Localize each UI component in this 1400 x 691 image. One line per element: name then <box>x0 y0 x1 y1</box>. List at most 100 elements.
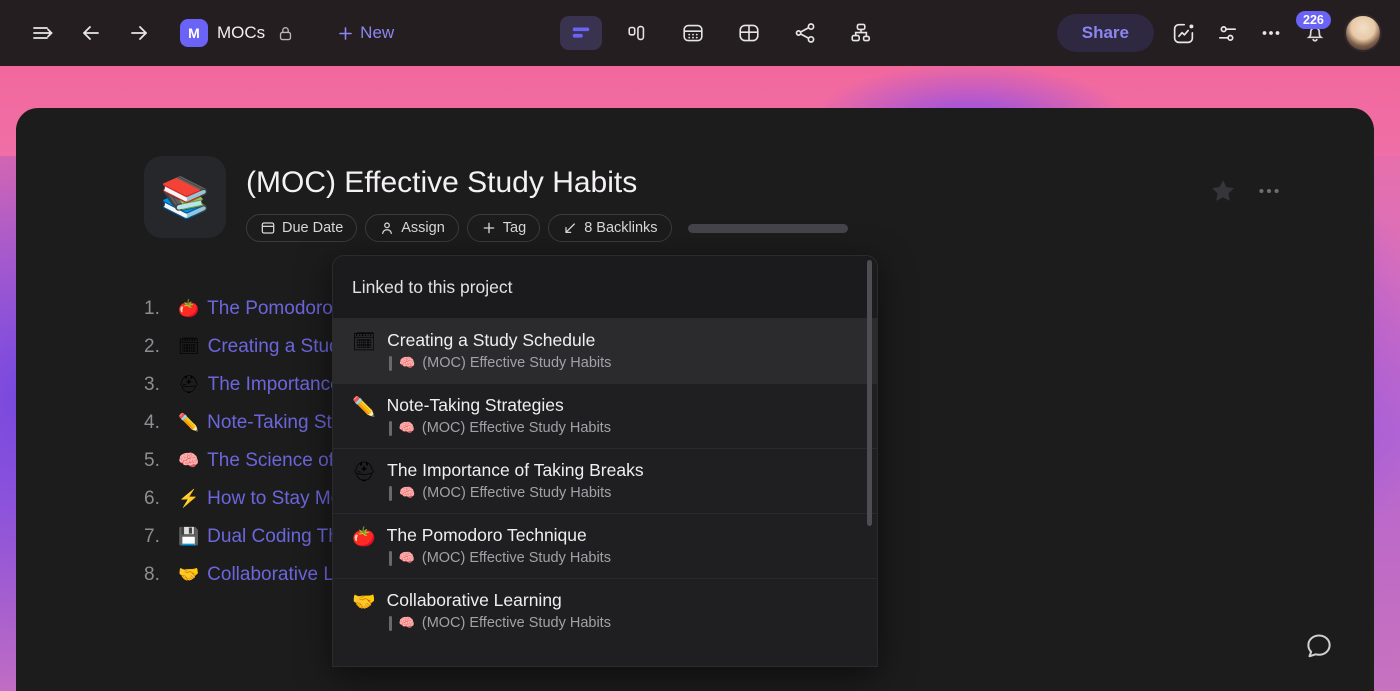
breadcrumb-bar <box>388 550 392 566</box>
breadcrumb-emoji: 🧠 <box>399 355 416 370</box>
list-item-emoji: 🤝 <box>178 565 200 584</box>
list-item-number: 2. <box>144 336 160 357</box>
list-item-emoji: ✏️ <box>178 413 200 432</box>
star-icon[interactable] <box>1208 176 1238 206</box>
list-item-emoji: ⛑ <box>178 375 200 394</box>
meta-progress-bar <box>687 223 848 233</box>
view-tab-table[interactable] <box>728 16 770 50</box>
breadcrumb-label: (MOC) Effective Study Habits <box>421 615 611 631</box>
backlink-arrow-icon <box>562 220 578 236</box>
list-item-number: 1. <box>144 298 160 319</box>
assign-button[interactable]: Assign <box>365 214 459 242</box>
popup-list-item[interactable]: 🤝 Collaborative Learning 🧠 (MOC) Effecti… <box>333 578 877 643</box>
popup-item-title: Note-Taking Strategies <box>386 395 564 415</box>
plus-icon <box>336 24 355 43</box>
backlinks-label: 8 Backlinks <box>584 220 658 236</box>
user-avatar[interactable] <box>1344 14 1382 52</box>
document-meta-row: Due Date Assign Tag 8 Backlinks <box>246 214 848 242</box>
breadcrumb-label: (MOC) Effective Study Habits <box>422 485 612 501</box>
workspace-name: MOCs <box>217 23 266 42</box>
linked-items-popup: Linked to this project 🗓 Creating a Stud… <box>332 255 878 667</box>
topbar-left-group: M MOCs New <box>28 18 394 48</box>
sidebar-toggle-icon[interactable] <box>28 18 58 48</box>
due-date-button[interactable]: Due Date <box>246 214 358 242</box>
popup-list-item[interactable]: 🍅 The Pomodoro Technique 🧠 (MOC) Effecti… <box>333 513 877 578</box>
ellipsis-icon[interactable] <box>1256 18 1286 48</box>
plus-icon <box>481 220 497 236</box>
popup-list-item[interactable]: 🗓 Creating a Study Schedule 🧠 (MOC) Effe… <box>333 318 877 383</box>
breadcrumb-emoji: 🧠 <box>399 485 416 500</box>
popup-item-emoji: ✏️ <box>352 397 376 418</box>
view-tab-graph[interactable] <box>784 16 826 50</box>
list-item-number: 6. <box>144 488 160 509</box>
popup-item-breadcrumb: 🧠 (MOC) Effective Study Habits <box>387 420 611 436</box>
backlinks-button[interactable]: 8 Backlinks <box>548 214 672 242</box>
popup-item-title: The Pomodoro Technique <box>386 525 587 545</box>
assign-label: Assign <box>401 220 445 236</box>
breadcrumb-emoji: 🧠 <box>398 550 415 565</box>
new-button-label: New <box>360 23 395 42</box>
share-button[interactable]: Share <box>1056 14 1154 52</box>
popup-item-emoji: ⛑ <box>352 462 377 483</box>
breadcrumb-bar <box>388 615 392 631</box>
view-tab-list[interactable] <box>560 16 602 50</box>
breadcrumb-label: (MOC) Effective Study Habits <box>421 420 611 436</box>
breadcrumb-label: (MOC) Effective Study Habits <box>421 550 611 566</box>
forward-arrow-icon[interactable] <box>124 18 154 48</box>
lock-icon <box>274 22 296 44</box>
new-button[interactable]: New <box>336 23 394 43</box>
tag-label: Tag <box>502 220 527 236</box>
top-bar: M MOCs New Share 226 <box>0 0 1400 66</box>
back-arrow-icon[interactable] <box>76 18 106 48</box>
popup-item-breadcrumb: 🧠 (MOC) Effective Study Habits <box>387 615 611 631</box>
list-item-emoji: 🍅 <box>178 299 200 318</box>
sliders-icon[interactable] <box>1212 18 1242 48</box>
popup-header: Linked to this project <box>333 256 877 318</box>
notifications-button[interactable]: 226 <box>1296 11 1331 48</box>
breadcrumb-bar <box>388 420 392 436</box>
workspace-avatar: M <box>180 19 208 47</box>
view-tab-board[interactable] <box>616 16 658 50</box>
list-item-number: 8. <box>144 564 160 585</box>
popup-item-title: The Importance of Taking Breaks <box>387 460 644 480</box>
calendar-icon <box>260 220 276 236</box>
list-item-emoji: 💾 <box>178 527 200 546</box>
breadcrumb-label: (MOC) Effective Study Habits <box>422 355 612 371</box>
list-item-emoji: 🗓 <box>178 337 200 356</box>
popup-item-title: Collaborative Learning <box>386 590 562 610</box>
workspace-chip[interactable]: M MOCs <box>180 19 296 47</box>
view-tab-calendar[interactable] <box>672 16 714 50</box>
breadcrumb-bar <box>389 485 393 501</box>
popup-item-emoji: 🗓 <box>352 332 377 353</box>
breadcrumb-emoji: 🧠 <box>398 420 415 435</box>
view-switcher <box>560 0 882 66</box>
popup-item-breadcrumb: 🧠 (MOC) Effective Study Habits <box>387 485 643 501</box>
document-icon[interactable]: 📚 <box>144 156 226 238</box>
popup-item-breadcrumb: 🧠 (MOC) Effective Study Habits <box>387 355 611 371</box>
tag-button[interactable]: Tag <box>466 214 541 242</box>
popup-scrollbar[interactable] <box>867 260 872 526</box>
list-item-number: 7. <box>144 526 160 547</box>
popup-item-emoji: 🍅 <box>352 527 376 548</box>
comment-bubble-icon[interactable] <box>1304 631 1334 661</box>
popup-list-item[interactable]: ✏️ Note-Taking Strategies 🧠 (MOC) Effect… <box>333 383 877 448</box>
person-icon <box>379 220 395 236</box>
breadcrumb-emoji: 🧠 <box>398 615 415 630</box>
popup-item-emoji: 🤝 <box>352 592 376 613</box>
list-item-emoji: 🧠 <box>178 451 200 470</box>
list-item-number: 3. <box>144 374 160 395</box>
view-tab-hierarchy[interactable] <box>840 16 882 50</box>
document-more-button[interactable] <box>1256 178 1282 204</box>
popup-item-breadcrumb: 🧠 (MOC) Effective Study Habits <box>387 550 611 566</box>
popup-item-title: Creating a Study Schedule <box>387 330 596 350</box>
popup-list-item[interactable]: ⛑ The Importance of Taking Breaks 🧠 (MOC… <box>333 448 877 513</box>
activity-chart-icon[interactable] <box>1168 18 1198 48</box>
list-item-number: 5. <box>144 450 160 471</box>
page-title: (MOC) Effective Study Habits <box>246 166 638 199</box>
due-date-label: Due Date <box>282 220 344 236</box>
notification-count-badge: 226 <box>1296 11 1331 29</box>
list-item-number: 4. <box>144 412 160 433</box>
topbar-right-group: Share 226 <box>1056 0 1382 66</box>
breadcrumb-bar <box>389 355 393 371</box>
list-item-emoji: ⚡ <box>178 489 200 508</box>
